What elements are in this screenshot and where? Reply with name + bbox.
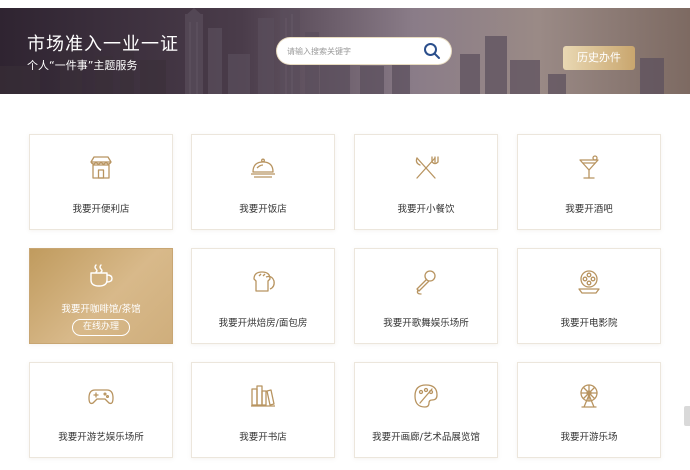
service-card-karaoke-venue[interactable]: 我要开歌舞娱乐场所 (354, 248, 498, 344)
service-card-bookstore[interactable]: 我要开书店 (191, 362, 335, 458)
service-card-cinema[interactable]: 我要开电影院 (517, 248, 661, 344)
service-label: 我要开游艺娱乐场所 (58, 432, 144, 443)
search-box (277, 38, 451, 64)
service-card-restaurant[interactable]: 我要开饭店 (191, 134, 335, 230)
service-label: 我要开烘焙房/面包房 (218, 318, 308, 329)
header-banner: 市场准入一业一证 个人“一件事”主题服务 历史办件 (0, 8, 690, 94)
service-label: 我要开便利店 (72, 204, 130, 215)
page-title: 市场准入一业一证 (27, 34, 179, 55)
service-label: 我要开书店 (239, 432, 287, 443)
coffee-cup-icon (90, 264, 113, 287)
service-label: 我要开电影院 (560, 318, 618, 329)
service-card-coffee-tea-house[interactable]: 我要开咖啡馆/茶馆 在线办理 (29, 248, 173, 344)
service-card-bar[interactable]: 我要开酒吧 (517, 134, 661, 230)
service-card-convenience-store[interactable]: 我要开便利店 (29, 134, 173, 230)
palette-icon (414, 384, 438, 408)
history-button[interactable]: 历史办件 (563, 46, 635, 70)
service-card-art-gallery[interactable]: 我要开画廊/艺术品展览馆 (354, 362, 498, 458)
service-label: 我要开画廊/艺术品展览馆 (372, 432, 480, 443)
apply-online-button[interactable]: 在线办理 (72, 319, 130, 336)
service-label: 我要开咖啡馆/茶馆 (61, 304, 141, 315)
ferris-wheel-icon (580, 384, 598, 408)
books-icon (251, 385, 275, 407)
service-card-arcade-venue[interactable]: 我要开游艺娱乐场所 (29, 362, 173, 458)
service-label: 我要开小餐饮 (397, 204, 455, 215)
service-card-amusement-park[interactable]: 我要开游乐场 (517, 362, 661, 458)
service-card-small-catering[interactable]: 我要开小餐饮 (354, 134, 498, 230)
service-label: 我要开饭店 (239, 204, 287, 215)
service-label: 我要开游乐场 (560, 432, 618, 443)
microphone-icon (416, 270, 436, 295)
gamepad-icon (88, 389, 114, 405)
service-label: 我要开酒吧 (565, 204, 613, 215)
fork-knife-icon (415, 156, 439, 179)
restaurant-dish-icon (251, 158, 275, 178)
side-scroll-tab[interactable] (684, 406, 690, 426)
cocktail-icon (579, 155, 599, 179)
search-input[interactable] (287, 44, 422, 58)
page-subtitle: 个人“一件事”主题服务 (27, 59, 138, 72)
service-label: 我要开歌舞娱乐场所 (383, 318, 469, 329)
service-card-bakery[interactable]: 我要开烘焙房/面包房 (191, 248, 335, 344)
search-icon[interactable] (423, 42, 441, 60)
bread-icon (253, 271, 275, 292)
film-reel-icon (578, 270, 600, 294)
store-icon (90, 156, 112, 179)
